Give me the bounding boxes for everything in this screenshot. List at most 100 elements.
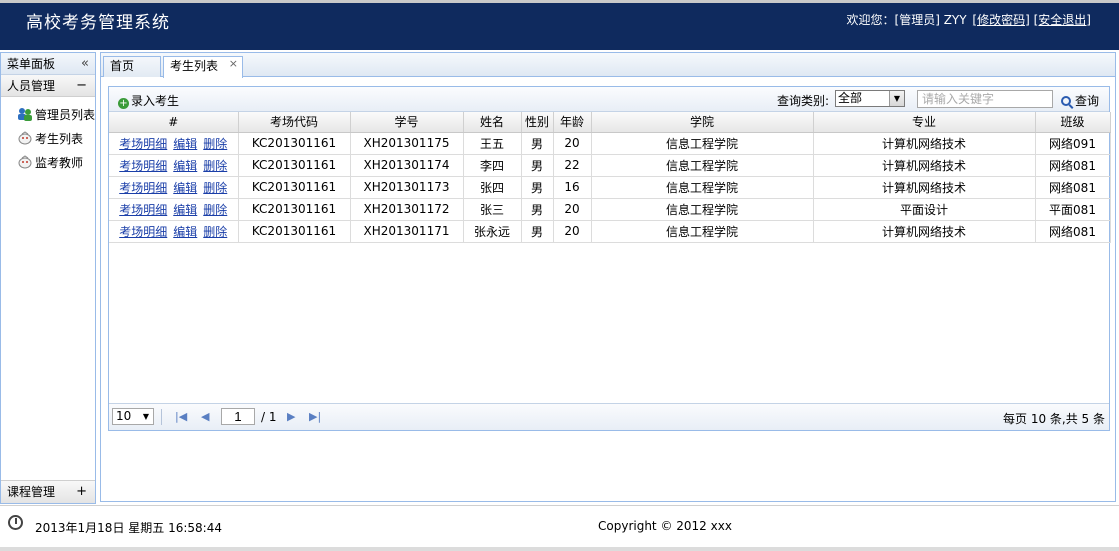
group-header-course[interactable]: 课程管理 + bbox=[1, 481, 95, 503]
cell-college: 信息工程学院 bbox=[591, 154, 814, 177]
cell-major: 计算机网络技术 bbox=[813, 132, 1036, 155]
group-header-personnel[interactable]: 人员管理 − bbox=[1, 75, 95, 97]
pagination-bar: 10 ▼ |◀ ◀ / 1 ▶ ▶| 每页 10 条,共 5 条 bbox=[109, 403, 1109, 430]
first-page-icon[interactable]: |◀ bbox=[175, 410, 187, 423]
table-row[interactable]: 考场明细 编辑 删除 KC201301161 XH201301175 王五 男 20… bbox=[109, 132, 1111, 155]
logout-link[interactable]: [安全退出] bbox=[1034, 13, 1091, 27]
exam-detail-link[interactable]: 考场明细 bbox=[119, 203, 167, 217]
cell-college: 信息工程学院 bbox=[591, 220, 814, 243]
change-password-link[interactable]: [修改密码] bbox=[972, 13, 1029, 27]
column-header-major[interactable]: 专业 bbox=[813, 112, 1036, 133]
sidebar-item-admin-list[interactable]: 管理员列表 bbox=[1, 103, 95, 127]
edit-link[interactable]: 编辑 bbox=[173, 203, 197, 217]
cell-student-id: XH201301174 bbox=[350, 154, 464, 177]
group-course-container: 课程管理 + bbox=[1, 480, 95, 503]
exam-detail-link[interactable]: 考场明细 bbox=[119, 181, 167, 195]
column-header-index[interactable]: # bbox=[109, 112, 239, 133]
search-button-label: 查询 bbox=[1075, 94, 1100, 108]
app-title: 高校考务管理系统 bbox=[26, 13, 170, 33]
query-type-label: 查询类别: bbox=[777, 94, 830, 108]
column-header-age[interactable]: 年龄 bbox=[553, 112, 592, 133]
exam-detail-link[interactable]: 考场明细 bbox=[119, 159, 167, 173]
edit-link[interactable]: 编辑 bbox=[173, 137, 197, 151]
clock-icon bbox=[8, 515, 23, 530]
cell-name: 张永远 bbox=[463, 220, 522, 243]
edit-link[interactable]: 编辑 bbox=[173, 181, 197, 195]
tab-label: 首页 bbox=[110, 59, 135, 73]
student-icon bbox=[18, 131, 32, 145]
cell-gender: 男 bbox=[521, 220, 554, 243]
delete-link[interactable]: 删除 bbox=[203, 181, 227, 195]
query-type-select[interactable]: 全部 ▼ bbox=[835, 90, 905, 107]
prev-page-icon[interactable]: ◀ bbox=[201, 410, 209, 423]
add-student-button[interactable]: + 录入考生 bbox=[118, 92, 179, 109]
footer-divider bbox=[0, 547, 1119, 551]
search-button[interactable]: 查询 bbox=[1061, 92, 1099, 109]
tab-home[interactable]: 首页 bbox=[103, 56, 161, 77]
cell-name: 王五 bbox=[463, 132, 522, 155]
delete-link[interactable]: 删除 bbox=[203, 225, 227, 239]
query-type-value: 全部 bbox=[838, 91, 863, 105]
edit-link[interactable]: 编辑 bbox=[173, 225, 197, 239]
delete-link[interactable]: 删除 bbox=[203, 137, 227, 151]
cell-age: 16 bbox=[553, 176, 592, 199]
row-actions: 考场明细 编辑 删除 bbox=[109, 176, 239, 199]
app-header: 高校考务管理系统 欢迎您：[管理员] ZYY [修改密码] [安全退出] bbox=[0, 0, 1119, 50]
collapse-group-icon[interactable]: − bbox=[76, 75, 87, 97]
chevron-down-icon: ▼ bbox=[889, 91, 904, 106]
sidebar-item-invigilator[interactable]: 监考教师 bbox=[1, 151, 95, 175]
column-header-class[interactable]: 班级 bbox=[1035, 112, 1111, 133]
chevron-down-icon: ▼ bbox=[142, 412, 149, 421]
cell-major: 计算机网络技术 bbox=[813, 176, 1036, 199]
exam-detail-link[interactable]: 考场明细 bbox=[119, 225, 167, 239]
table-body: 考场明细 编辑 删除 KC201301161 XH201301175 王五 男 20… bbox=[109, 132, 1111, 243]
table-row[interactable]: 考场明细 编辑 删除 KC201301161 XH201301171 张永远 男 2… bbox=[109, 220, 1111, 243]
sidebar-item-student-list[interactable]: 考生列表 bbox=[1, 127, 95, 151]
cell-age: 22 bbox=[553, 154, 592, 177]
cell-student-id: XH201301172 bbox=[350, 198, 464, 221]
cell-class: 网络081 bbox=[1035, 176, 1111, 199]
row-actions: 考场明细 编辑 删除 bbox=[109, 220, 239, 243]
copyright-text: Copyright © 2012 xxx bbox=[598, 519, 732, 533]
current-datetime: 2013年1月18日 星期五 16:58:44 bbox=[35, 521, 222, 535]
cell-name: 张三 bbox=[463, 198, 522, 221]
close-tab-icon[interactable]: × bbox=[229, 54, 238, 73]
column-header-exam-code[interactable]: 考场代码 bbox=[238, 112, 351, 133]
expand-group-icon[interactable]: + bbox=[76, 481, 87, 503]
delete-link[interactable]: 删除 bbox=[203, 159, 227, 173]
delete-link[interactable]: 删除 bbox=[203, 203, 227, 217]
search-input[interactable] bbox=[917, 90, 1053, 108]
welcome-text: 欢迎您：[管理员] ZYY bbox=[846, 13, 967, 27]
main-panel: 首页 考生列表 × +录入考生 查询类别: 全部 ▼ 查询 bbox=[100, 52, 1116, 502]
table-row[interactable]: 考场明细 编辑 删除 KC201301161 XH201301174 李四 男 22… bbox=[109, 154, 1111, 177]
row-actions: 考场明细 编辑 删除 bbox=[109, 154, 239, 177]
cell-college: 信息工程学院 bbox=[591, 132, 814, 155]
next-page-icon[interactable]: ▶ bbox=[287, 410, 295, 423]
cell-exam-code: KC201301161 bbox=[238, 154, 351, 177]
last-page-icon[interactable]: ▶| bbox=[309, 410, 321, 423]
cell-exam-code: KC201301161 bbox=[238, 220, 351, 243]
page-number-input[interactable] bbox=[221, 408, 255, 425]
collapse-panel-icon[interactable]: « bbox=[81, 53, 89, 75]
tab-student-list[interactable]: 考生列表 × bbox=[163, 56, 243, 78]
table-row[interactable]: 考场明细 编辑 删除 KC201301161 XH201301172 张三 男 20… bbox=[109, 198, 1111, 221]
table-header-row: # 考场代码 学号 姓名 性别 年龄 学院 专业 班级 bbox=[109, 112, 1111, 133]
cell-name: 李四 bbox=[463, 154, 522, 177]
page-size-select[interactable]: 10 ▼ bbox=[112, 408, 154, 425]
tab-strip: 首页 考生列表 × bbox=[101, 53, 1115, 78]
table-row[interactable]: 考场明细 编辑 删除 KC201301161 XH201301173 张四 男 16… bbox=[109, 176, 1111, 199]
edit-link[interactable]: 编辑 bbox=[173, 159, 197, 173]
users-icon bbox=[18, 108, 32, 121]
cell-major: 平面设计 bbox=[813, 198, 1036, 221]
search-icon bbox=[1061, 96, 1071, 106]
column-header-student-id[interactable]: 学号 bbox=[350, 112, 464, 133]
add-student-label: 录入考生 bbox=[131, 94, 180, 108]
app-footer: 2013年1月18日 星期五 16:58:44 Copyright © 2012… bbox=[0, 505, 1119, 547]
exam-detail-link[interactable]: 考场明细 bbox=[119, 137, 167, 151]
total-pages: / 1 bbox=[261, 410, 277, 424]
column-header-gender[interactable]: 性别 bbox=[521, 112, 554, 133]
column-header-college[interactable]: 学院 bbox=[591, 112, 814, 133]
column-header-name[interactable]: 姓名 bbox=[463, 112, 522, 133]
cell-age: 20 bbox=[553, 198, 592, 221]
cell-class: 网络081 bbox=[1035, 154, 1111, 177]
